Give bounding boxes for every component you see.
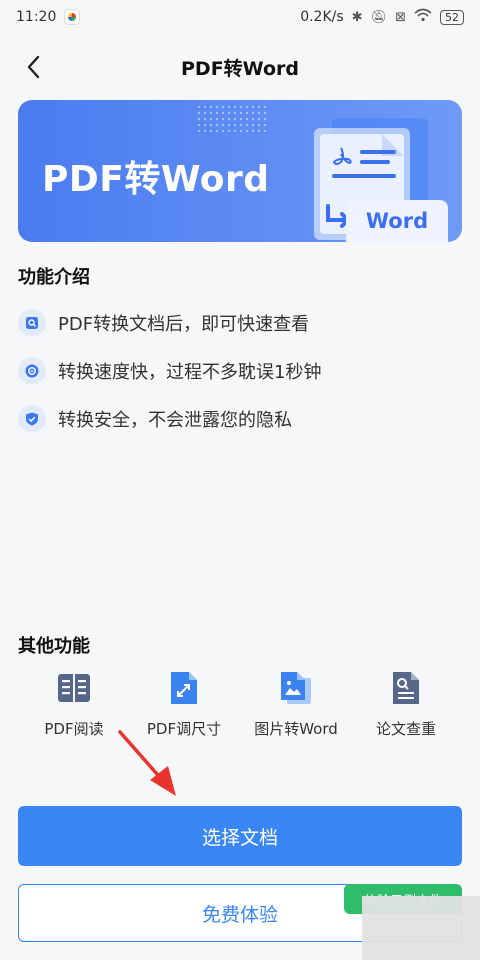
- sim-off-icon: ⊠: [395, 9, 406, 25]
- tool-label: 论文查重: [375, 720, 436, 738]
- status-time: 11:20: [16, 9, 57, 25]
- app-notification-icon: [64, 9, 81, 25]
- tool-paper-check[interactable]: 论文查重: [346, 668, 466, 748]
- feature-text: PDF转换文档后，即可快速查看: [58, 314, 310, 335]
- doc-check-icon: [386, 668, 426, 708]
- status-bar: 11:20 0.2K/s ✱ 🔕︎ ⊠ 52: [0, 0, 480, 34]
- feature-text: 转换安全，不会泄露您的隐私: [58, 410, 292, 431]
- tool-image-to-word[interactable]: 图片转Word: [236, 668, 356, 748]
- back-icon[interactable]: [20, 52, 50, 82]
- feature-item: PDF转换文档后，即可快速查看: [18, 308, 309, 338]
- image-to-word-icon: [276, 668, 316, 708]
- tools-grid: PDF阅读 PDF调尺寸 图片转Word 论文查重: [0, 668, 480, 748]
- book-icon: [54, 668, 94, 708]
- speed-icon: [18, 357, 46, 385]
- dot-pattern: [196, 104, 266, 132]
- shield-icon: [18, 405, 46, 433]
- search-doc-icon: [18, 309, 46, 337]
- resize-doc-icon: [164, 668, 204, 708]
- feature-text: 转换速度快，过程不多耽误1秒钟: [58, 362, 322, 383]
- feature-item: 转换速度快，过程不多耽误1秒钟: [18, 356, 321, 386]
- banner-title: PDF转Word: [42, 159, 270, 200]
- other-heading: 其他功能: [18, 636, 90, 657]
- word-badge: Word: [346, 200, 448, 242]
- bluetooth-icon: ✱: [351, 9, 363, 25]
- watermark-overlay: [362, 896, 480, 960]
- page-title: PDF转Word: [181, 57, 299, 80]
- mute-icon: 🔕︎: [370, 9, 388, 25]
- annotation-arrow: [118, 730, 176, 796]
- network-speed: 0.2K/s: [300, 9, 344, 25]
- feature-item: 转换安全，不会泄露您的隐私: [18, 404, 292, 434]
- wifi-icon: [414, 8, 432, 26]
- select-document-button[interactable]: 选择文档: [18, 806, 462, 866]
- intro-heading: 功能介绍: [18, 267, 90, 288]
- tool-label: PDF阅读: [44, 720, 104, 738]
- nav-bar: PDF转Word: [0, 42, 480, 92]
- hero-banner: PDF转Word Word: [18, 100, 462, 242]
- battery-level: 52: [440, 9, 464, 25]
- tool-label: 图片转Word: [254, 720, 338, 738]
